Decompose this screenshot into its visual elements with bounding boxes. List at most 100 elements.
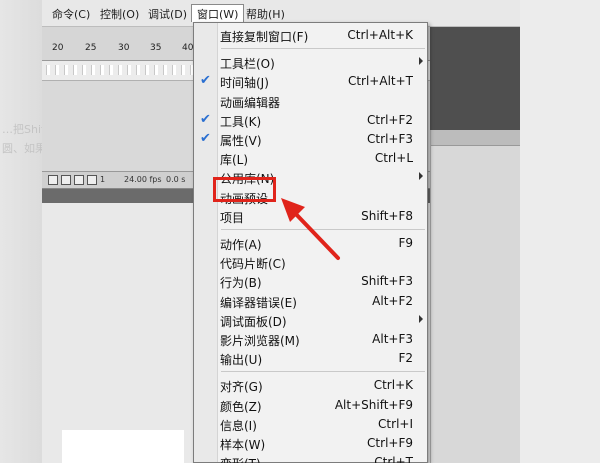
ruler-tick: 30: [118, 43, 130, 53]
menu-item-shortcut: Ctrl+K: [373, 378, 413, 393]
frame-cell[interactable]: [172, 65, 176, 75]
menu-item[interactable]: 信息(I) Ctrl+I: [195, 415, 427, 434]
menu-item-shortcut: Ctrl+T: [374, 455, 413, 463]
menu-item-label: 调试面板(D): [220, 314, 287, 329]
menu-item-shortcut: F2: [398, 351, 413, 366]
menu-item-shortcut: Ctrl+I: [378, 416, 413, 431]
ruler-tick: 20: [52, 43, 64, 53]
menu-item-label: 信息(I): [220, 418, 257, 433]
menu-item[interactable]: 工具栏(O): [195, 53, 427, 72]
stage-canvas[interactable]: [62, 430, 184, 463]
menu-debug[interactable]: 调试(D): [148, 6, 187, 22]
menu-help[interactable]: 帮助(H): [246, 6, 285, 22]
window-menu-dropdown: 直接复制窗口(F) Ctrl+Alt+K 工具栏(O) ✔ 时间轴(J) Ctrl+Alt…: [193, 22, 428, 463]
submenu-arrow-icon: [419, 172, 423, 181]
menu-control[interactable]: 控制(O): [100, 6, 139, 22]
menu-item[interactable]: 动作(A) F9: [195, 234, 427, 253]
menu-item[interactable]: 动画编辑器: [195, 92, 427, 111]
panel-tab[interactable]: [431, 130, 520, 146]
frame-cell[interactable]: [91, 65, 95, 75]
menu-separator: [221, 371, 425, 373]
menu-item-label: 颜色(Z): [220, 399, 262, 414]
menu-item-label: 动作(A): [220, 238, 262, 252]
menu-item-label: 样本(W): [220, 438, 266, 452]
frame-cell[interactable]: [55, 65, 59, 75]
menu-item[interactable]: 调试面板(D): [195, 311, 427, 330]
menu-item-shortcut: Ctrl+F2: [367, 112, 413, 127]
onion-outline-icon[interactable]: [74, 175, 84, 185]
menu-item-label: 直接复制窗口(F): [220, 30, 309, 44]
frame-cell[interactable]: [127, 65, 131, 75]
menu-item[interactable]: ✔ 属性(V) Ctrl+F3: [195, 130, 427, 149]
menu-item[interactable]: ✔ 时间轴(J) Ctrl+Alt+T: [195, 72, 427, 91]
menu-item[interactable]: ✔ 工具(K) Ctrl+F2: [195, 111, 427, 130]
ruler-tick: 25: [85, 43, 97, 53]
menu-item-shortcut: Alt+Shift+F9: [334, 397, 413, 412]
menu-item[interactable]: 行为(B) Shift+F3: [195, 272, 427, 291]
menu-window[interactable]: 窗口(W): [191, 4, 245, 22]
menu-item-label: 对齐(G): [220, 380, 263, 395]
menu-item-shortcut: Ctrl+Alt+K: [347, 28, 413, 42]
menu-item[interactable]: 颜色(Z) Alt+Shift+F9: [195, 396, 427, 415]
menu-item-label: 输出(U): [220, 353, 263, 368]
current-frame: 1: [100, 175, 106, 184]
menu-item[interactable]: 输出(U) F2: [195, 349, 427, 368]
menu-item-label: 代码片断(C): [220, 257, 286, 272]
background-text: 圆、如果: [2, 142, 46, 155]
menu-item[interactable]: 编译器错误(E) Alt+F2: [195, 292, 427, 311]
menu-item[interactable]: 变形(T) Ctrl+T: [195, 453, 427, 463]
menu-item[interactable]: 代码片断(C): [195, 253, 427, 272]
menu-item-label: 属性(V): [220, 134, 262, 148]
menu-command[interactable]: 命令(C): [52, 6, 90, 22]
menu-item-shortcut: Ctrl+F9: [367, 436, 413, 450]
checkmark-icon: ✔: [200, 131, 211, 146]
center-frame-icon[interactable]: [48, 175, 58, 185]
ruler-tick: 35: [150, 43, 162, 53]
checkmark-icon: ✔: [200, 73, 211, 89]
frame-cell[interactable]: [73, 65, 77, 75]
menu-item-shortcut: Shift+F8: [361, 208, 413, 223]
submenu-arrow-icon: [419, 314, 423, 323]
frame-cell[interactable]: [118, 65, 122, 75]
menu-item[interactable]: 直接复制窗口(F) Ctrl+Alt+K: [195, 26, 427, 45]
menu-item-shortcut: F9: [398, 236, 413, 250]
frame-cell[interactable]: [154, 65, 158, 75]
annotation-highlight-box: [213, 177, 276, 202]
frame-cell[interactable]: [136, 65, 140, 75]
menu-item-label: 影片浏览器(M): [220, 334, 300, 348]
checkmark-icon: ✔: [200, 111, 211, 127]
menu-item-label: 库(L): [220, 153, 249, 168]
frame-cell[interactable]: [100, 65, 104, 75]
menu-item-shortcut: Alt+F2: [372, 293, 413, 308]
menu-item-label: 项目: [220, 210, 245, 225]
menu-item[interactable]: 库(L) Ctrl+L: [195, 149, 427, 168]
submenu-arrow-icon: [419, 57, 423, 66]
menu-item[interactable]: 对齐(G) Ctrl+K: [195, 376, 427, 395]
menu-item-shortcut: Shift+F3: [361, 274, 413, 289]
backdrop-shade: [0, 0, 42, 463]
menu-item-label: 编译器错误(E): [220, 295, 297, 310]
menu-item-label: 工具(K): [220, 114, 262, 129]
menu-separator: [221, 48, 425, 50]
edit-frames-icon[interactable]: [87, 175, 97, 185]
menu-item-label: 行为(B): [220, 276, 262, 291]
menu-item-shortcut: Ctrl+Alt+T: [347, 74, 413, 89]
frame-cell[interactable]: [109, 65, 113, 75]
menu-item-label: 时间轴(J): [220, 76, 269, 91]
menu-item-shortcut: Alt+F3: [372, 332, 413, 346]
frame-cell[interactable]: [82, 65, 86, 75]
menu-item-shortcut: Ctrl+F3: [367, 132, 413, 146]
frame-cell[interactable]: [64, 65, 68, 75]
menu-item[interactable]: 项目 Shift+F8: [195, 207, 427, 226]
ruler-tick: 40: [182, 43, 194, 53]
properties-panel: [430, 130, 520, 463]
onion-skin-icon[interactable]: [61, 175, 71, 185]
frame-cell[interactable]: [181, 65, 185, 75]
menu-item[interactable]: 影片浏览器(M) Alt+F3: [195, 330, 427, 349]
frame-cell[interactable]: [163, 65, 167, 75]
frame-cell[interactable]: [145, 65, 149, 75]
menu-item[interactable]: 样本(W) Ctrl+F9: [195, 434, 427, 453]
menu-item-label: 工具栏(O): [220, 57, 275, 72]
frame-rate: 24.00 fps: [124, 175, 162, 184]
frame-cell[interactable]: [46, 65, 50, 75]
